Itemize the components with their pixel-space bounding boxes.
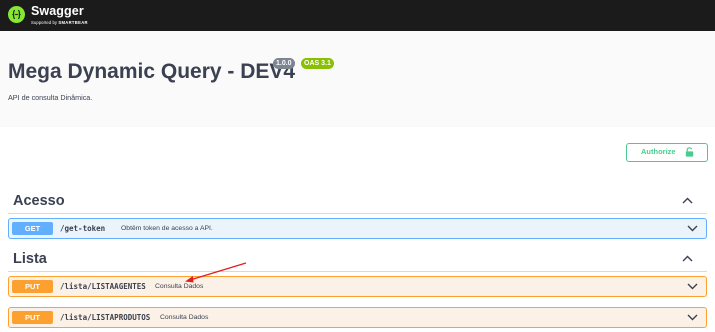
version-badge: 1.0.0: [273, 58, 295, 69]
tag-title: Acesso: [13, 193, 65, 209]
operation-path: /lista/LISTAAGENTES: [60, 282, 146, 291]
chevron-up-icon[interactable]: [682, 197, 693, 204]
swagger-logo-icon[interactable]: [8, 6, 25, 23]
chevron-down-icon[interactable]: [687, 314, 698, 321]
chevron-down-icon[interactable]: [687, 283, 698, 290]
tag-title: Lista: [13, 251, 47, 267]
method-badge: PUT: [12, 280, 53, 293]
top-bar: Swagger Supported by SMARTBEAR: [0, 0, 715, 31]
authorize-button[interactable]: Authorize: [626, 143, 708, 162]
method-badge: PUT: [12, 311, 53, 324]
oas-badge: OAS 3.1: [301, 58, 334, 69]
page-title: Mega Dynamic Query - DEV4: [8, 60, 296, 83]
operation-path: /lista/LISTAPRODUTOS: [60, 313, 151, 322]
tag-header-acesso[interactable]: Acesso: [8, 189, 707, 214]
operation-put-listaprodutos[interactable]: PUT /lista/LISTAPRODUTOS Consulta Dados: [8, 307, 707, 328]
unlock-icon: [685, 147, 694, 157]
chevron-up-icon[interactable]: [682, 255, 693, 262]
operation-summary: Obtêm token de acesso a API.: [121, 224, 213, 232]
logo-subtitle: Supported by SMARTBEAR: [31, 19, 88, 25]
annotation-arrow-icon: [185, 262, 247, 283]
operation-put-listaagentes[interactable]: PUT /lista/LISTAAGENTES Consulta Dados: [8, 276, 707, 297]
api-description: API de consulta Dinâmica.: [8, 93, 93, 102]
operation-path: /get-token: [60, 224, 106, 233]
logo-text[interactable]: Swagger: [31, 5, 84, 18]
tag-header-lista[interactable]: Lista: [8, 247, 707, 272]
authorize-label: Authorize: [641, 147, 676, 156]
info-section: Mega Dynamic Query - DEV4 1.0.0 OAS 3.1 …: [0, 31, 715, 127]
chevron-down-icon[interactable]: [687, 225, 698, 232]
auth-wrapper: Authorize: [0, 127, 715, 179]
operation-summary: Consulta Dados: [160, 313, 209, 321]
operation-get-token[interactable]: GET /get-token Obtêm token de acesso a A…: [8, 218, 707, 239]
method-badge: GET: [12, 222, 53, 235]
